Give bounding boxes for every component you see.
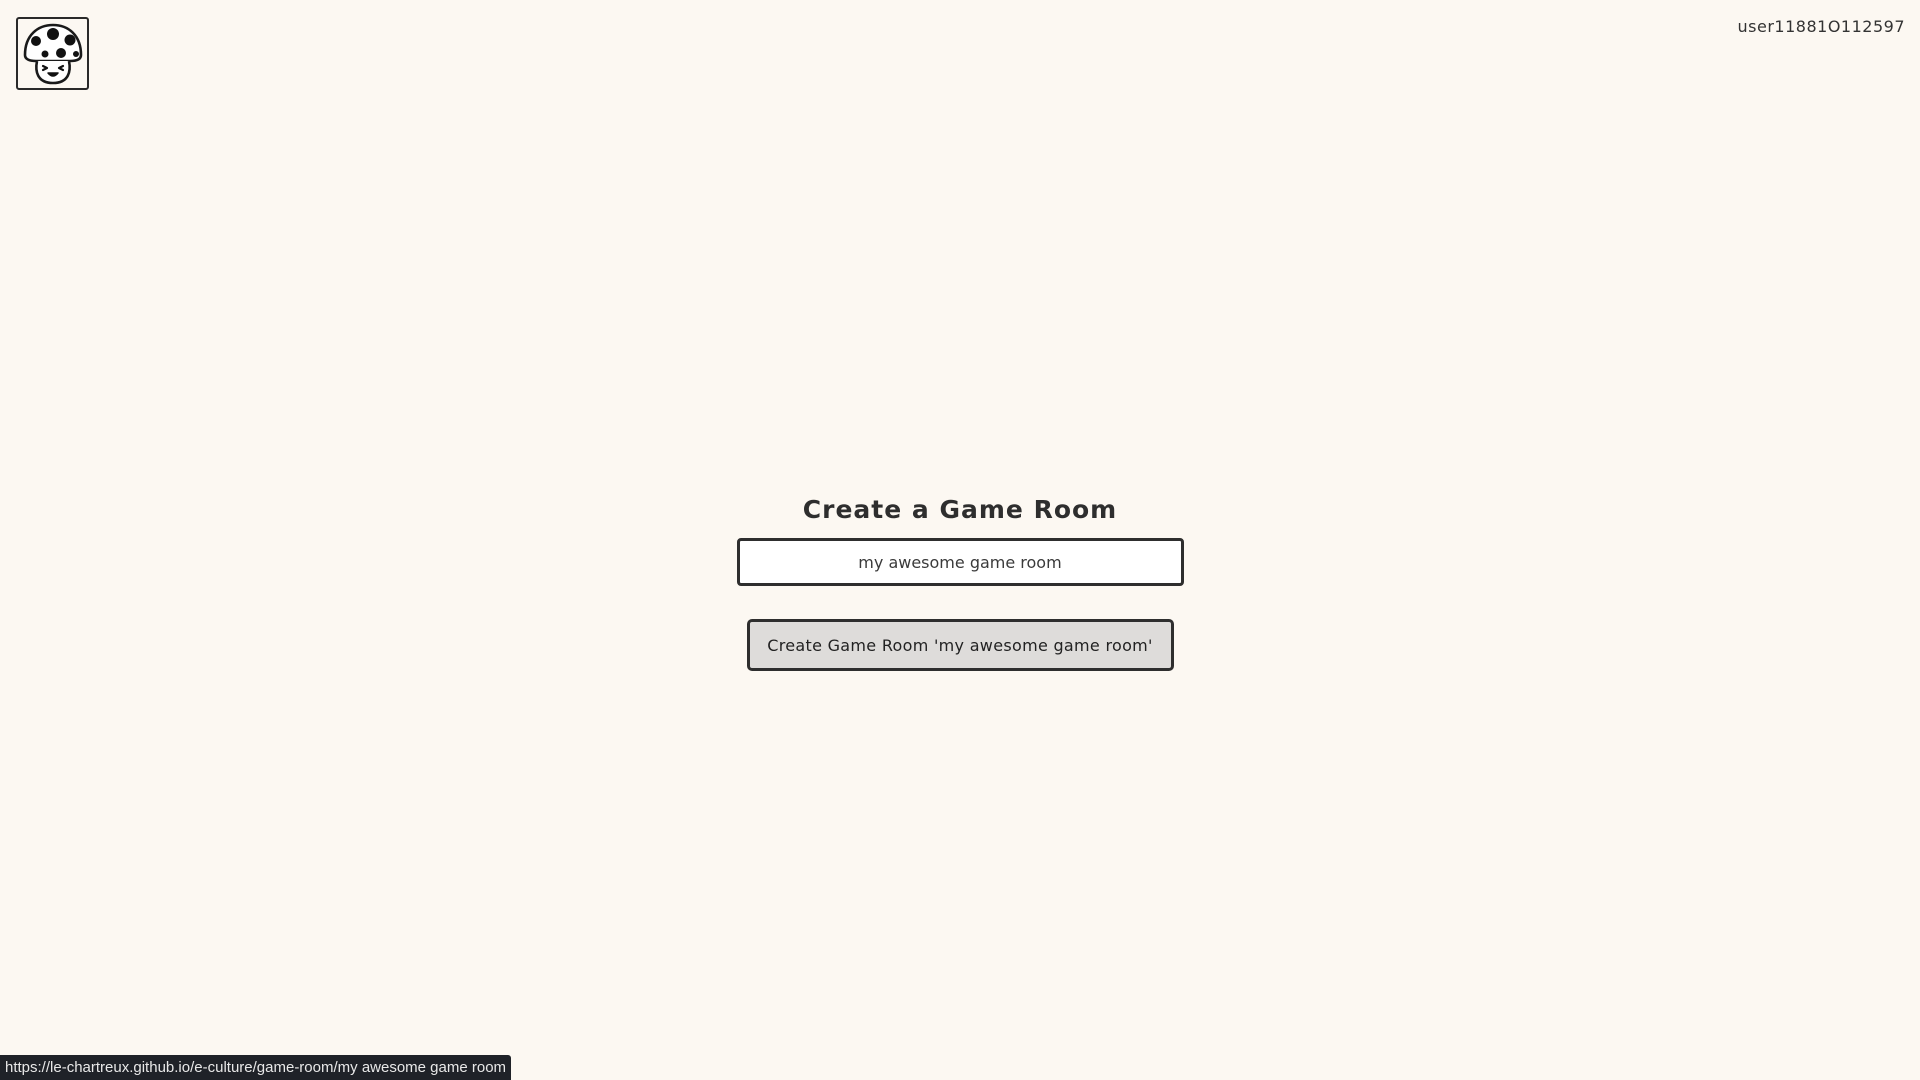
page: user11881O112597 Create a Game Room Crea…	[0, 0, 1920, 1080]
create-room-panel: Create a Game Room Create Game Room 'my …	[0, 492, 1920, 671]
page-title: Create a Game Room	[802, 495, 1118, 524]
home-logo[interactable]	[16, 17, 89, 90]
mushroom-face-icon	[23, 23, 82, 84]
room-name-input[interactable]	[736, 538, 1184, 586]
create-game-room-button[interactable]: Create Game Room 'my awesome game room'	[746, 619, 1174, 671]
status-bar-url: https://le-chartreux.github.io/e-culture…	[0, 1055, 512, 1080]
username-label: user11881O112597	[1737, 17, 1905, 36]
